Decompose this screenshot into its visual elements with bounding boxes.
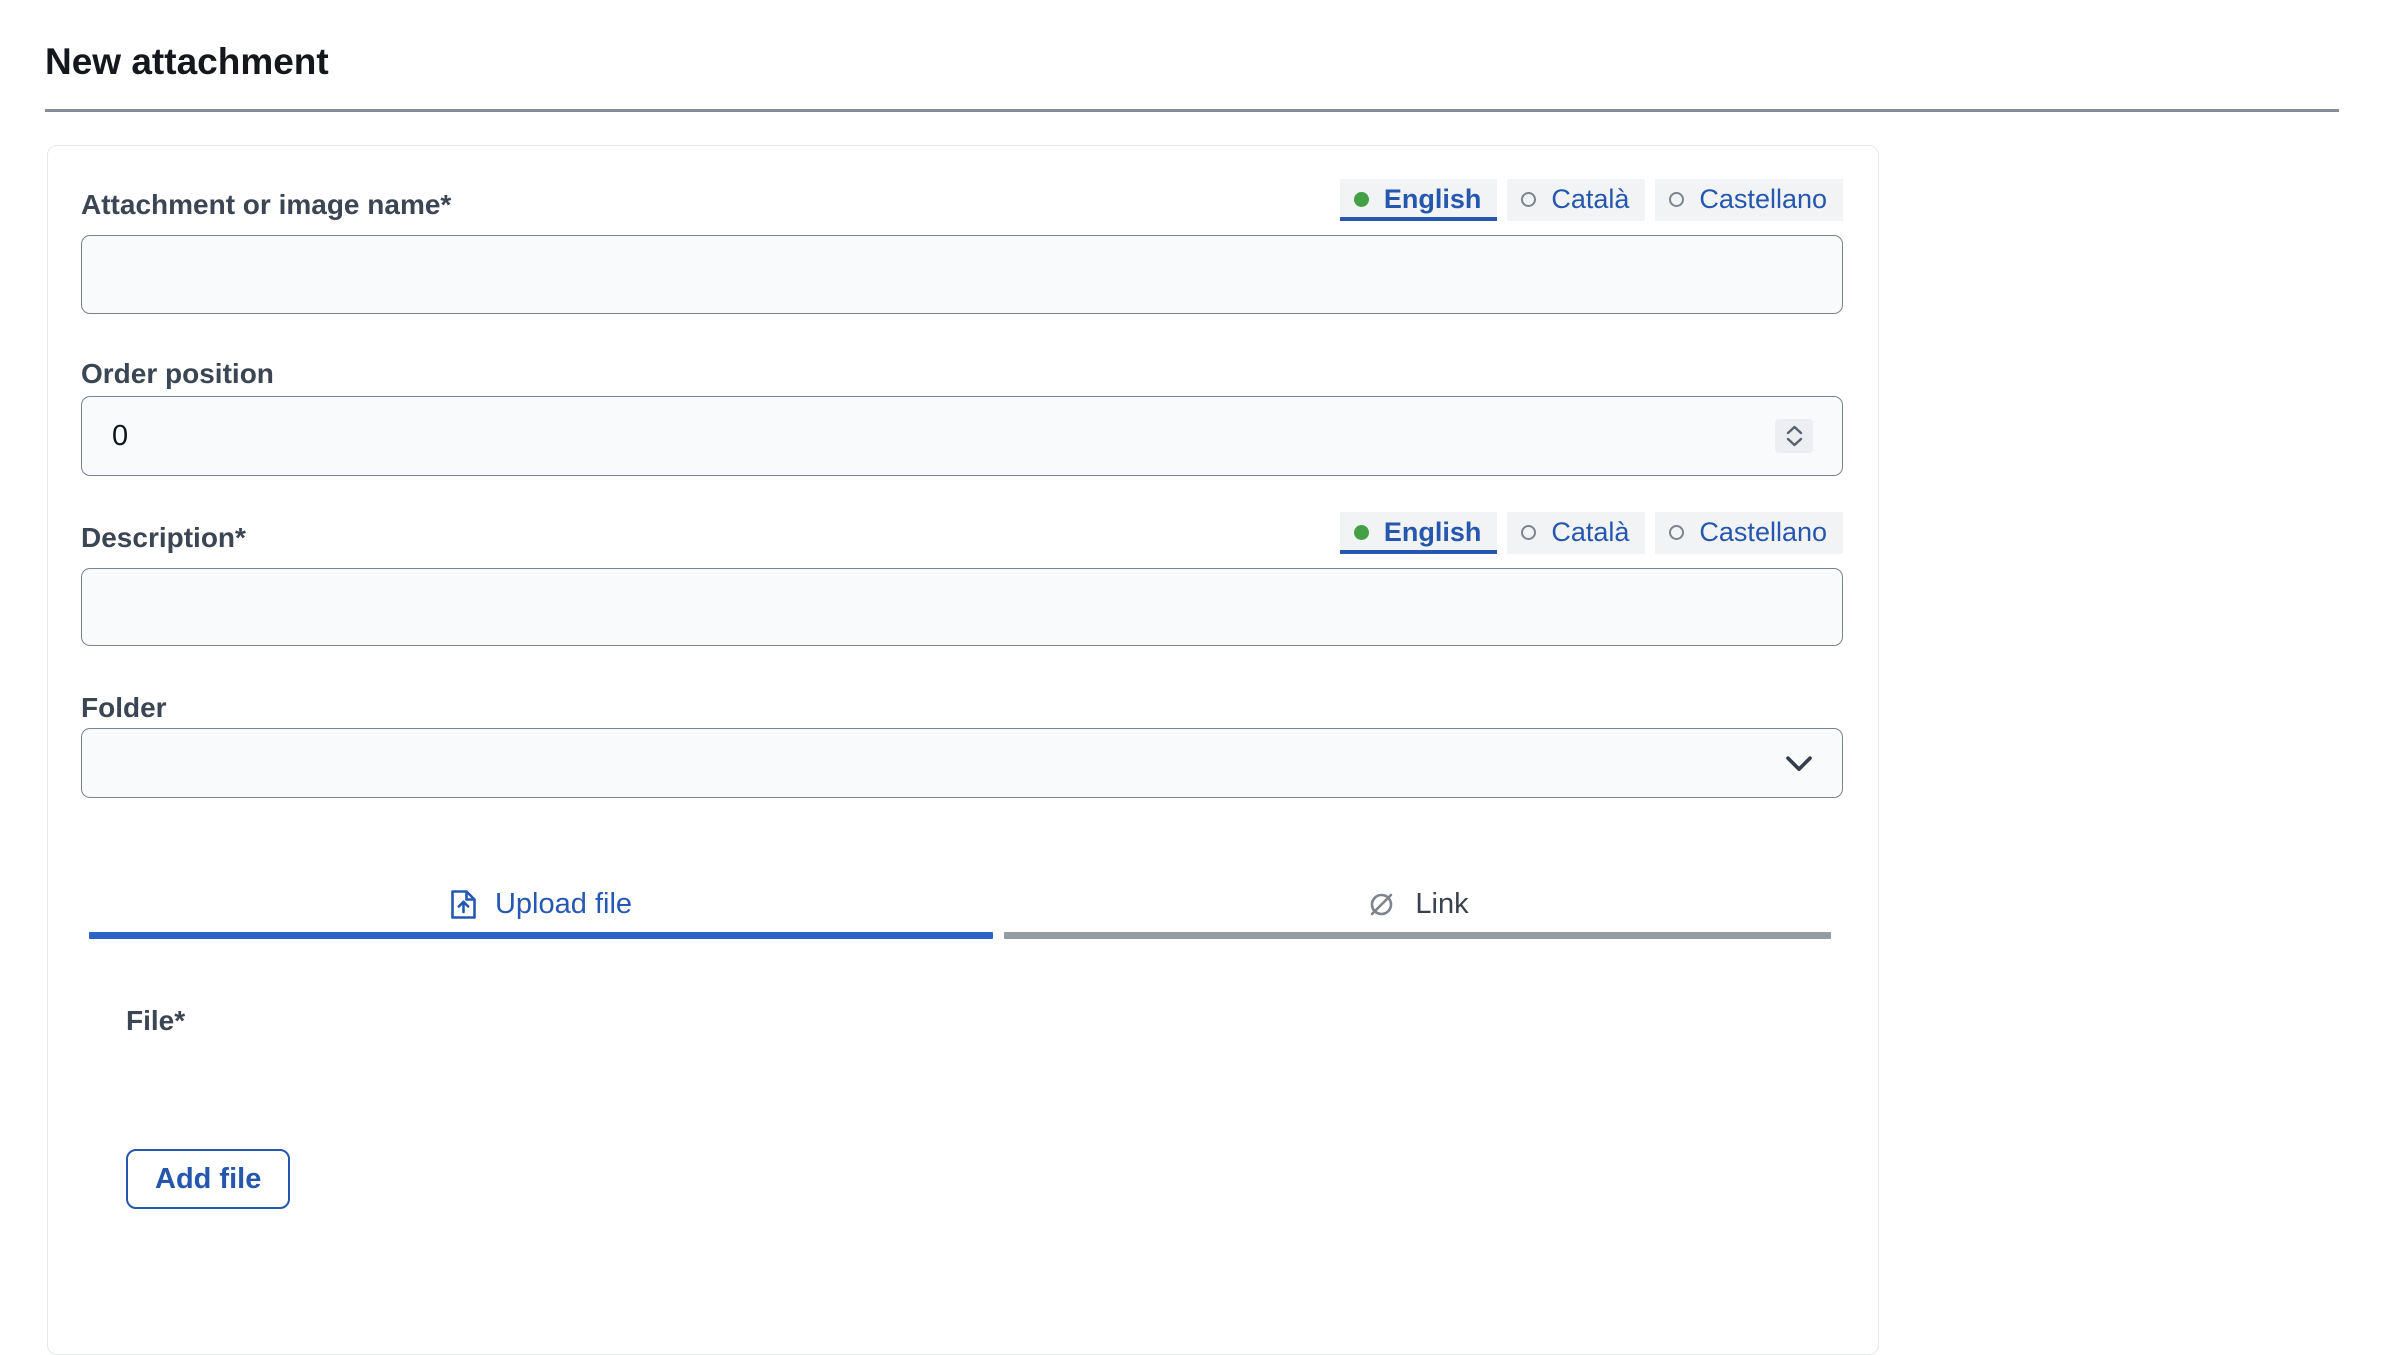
language-tab-label: English bbox=[1384, 517, 1482, 547]
name-language-selector: English Català Castellano bbox=[1340, 179, 1843, 221]
order-position-input[interactable] bbox=[81, 396, 1843, 476]
language-tab-english[interactable]: English bbox=[1340, 512, 1498, 554]
page-header: New attachment bbox=[0, 0, 2386, 112]
name-field-label: Attachment or image name* bbox=[81, 189, 451, 221]
language-tab-label: Català bbox=[1551, 184, 1629, 214]
tab-upload-label: Upload file bbox=[495, 884, 632, 924]
chevron-up-icon bbox=[1786, 425, 1803, 435]
description-input[interactable] bbox=[81, 568, 1843, 646]
tab-link[interactable]: Link bbox=[1004, 884, 1831, 939]
name-field-header: Attachment or image name* English Català… bbox=[81, 179, 1843, 221]
tab-upload-file[interactable]: Upload file bbox=[89, 884, 993, 939]
new-attachment-form-card: Attachment or image name* English Català… bbox=[47, 145, 1879, 1355]
chevron-down-icon bbox=[1786, 437, 1803, 447]
language-tab-catala[interactable]: Català bbox=[1507, 179, 1645, 221]
tab-link-label: Link bbox=[1415, 884, 1468, 924]
tab-active-underline bbox=[89, 932, 993, 939]
link-icon bbox=[1366, 891, 1397, 918]
file-label: File* bbox=[126, 1005, 1843, 1037]
attachment-name-input[interactable] bbox=[81, 235, 1843, 314]
inactive-language-circle-icon bbox=[1521, 192, 1536, 207]
upload-file-icon bbox=[450, 889, 477, 920]
tab-inactive-underline bbox=[1004, 932, 1831, 939]
page-title: New attachment bbox=[45, 42, 2339, 82]
active-language-dot-icon bbox=[1354, 192, 1369, 207]
language-tab-english[interactable]: English bbox=[1340, 179, 1498, 221]
order-position-label: Order position bbox=[81, 358, 1843, 390]
upload-tab-panel: File* Add file bbox=[126, 1005, 1843, 1209]
inactive-language-circle-icon bbox=[1521, 525, 1536, 540]
folder-label: Folder bbox=[81, 692, 1843, 724]
chevron-down-icon bbox=[1785, 755, 1813, 772]
number-stepper[interactable] bbox=[1775, 419, 1813, 453]
language-tab-label: Català bbox=[1551, 517, 1629, 547]
language-tab-label: English bbox=[1384, 184, 1482, 214]
description-field-label: Description* bbox=[81, 522, 246, 554]
description-field-header: Description* English Català Castellano bbox=[81, 512, 1843, 554]
language-tab-catala[interactable]: Català bbox=[1507, 512, 1645, 554]
description-language-selector: English Català Castellano bbox=[1340, 512, 1843, 554]
add-file-button[interactable]: Add file bbox=[126, 1149, 290, 1209]
order-position-field bbox=[81, 396, 1843, 476]
active-language-dot-icon bbox=[1354, 525, 1369, 540]
header-divider bbox=[45, 109, 2339, 112]
inactive-language-circle-icon bbox=[1669, 192, 1684, 207]
inactive-language-circle-icon bbox=[1669, 525, 1684, 540]
language-tab-label: Castellano bbox=[1699, 184, 1827, 214]
folder-field bbox=[81, 728, 1843, 798]
folder-select[interactable] bbox=[81, 728, 1843, 798]
attachment-source-tabs: Upload file Link bbox=[89, 884, 1831, 939]
language-tab-castellano[interactable]: Castellano bbox=[1655, 179, 1843, 221]
language-tab-castellano[interactable]: Castellano bbox=[1655, 512, 1843, 554]
language-tab-label: Castellano bbox=[1699, 517, 1827, 547]
